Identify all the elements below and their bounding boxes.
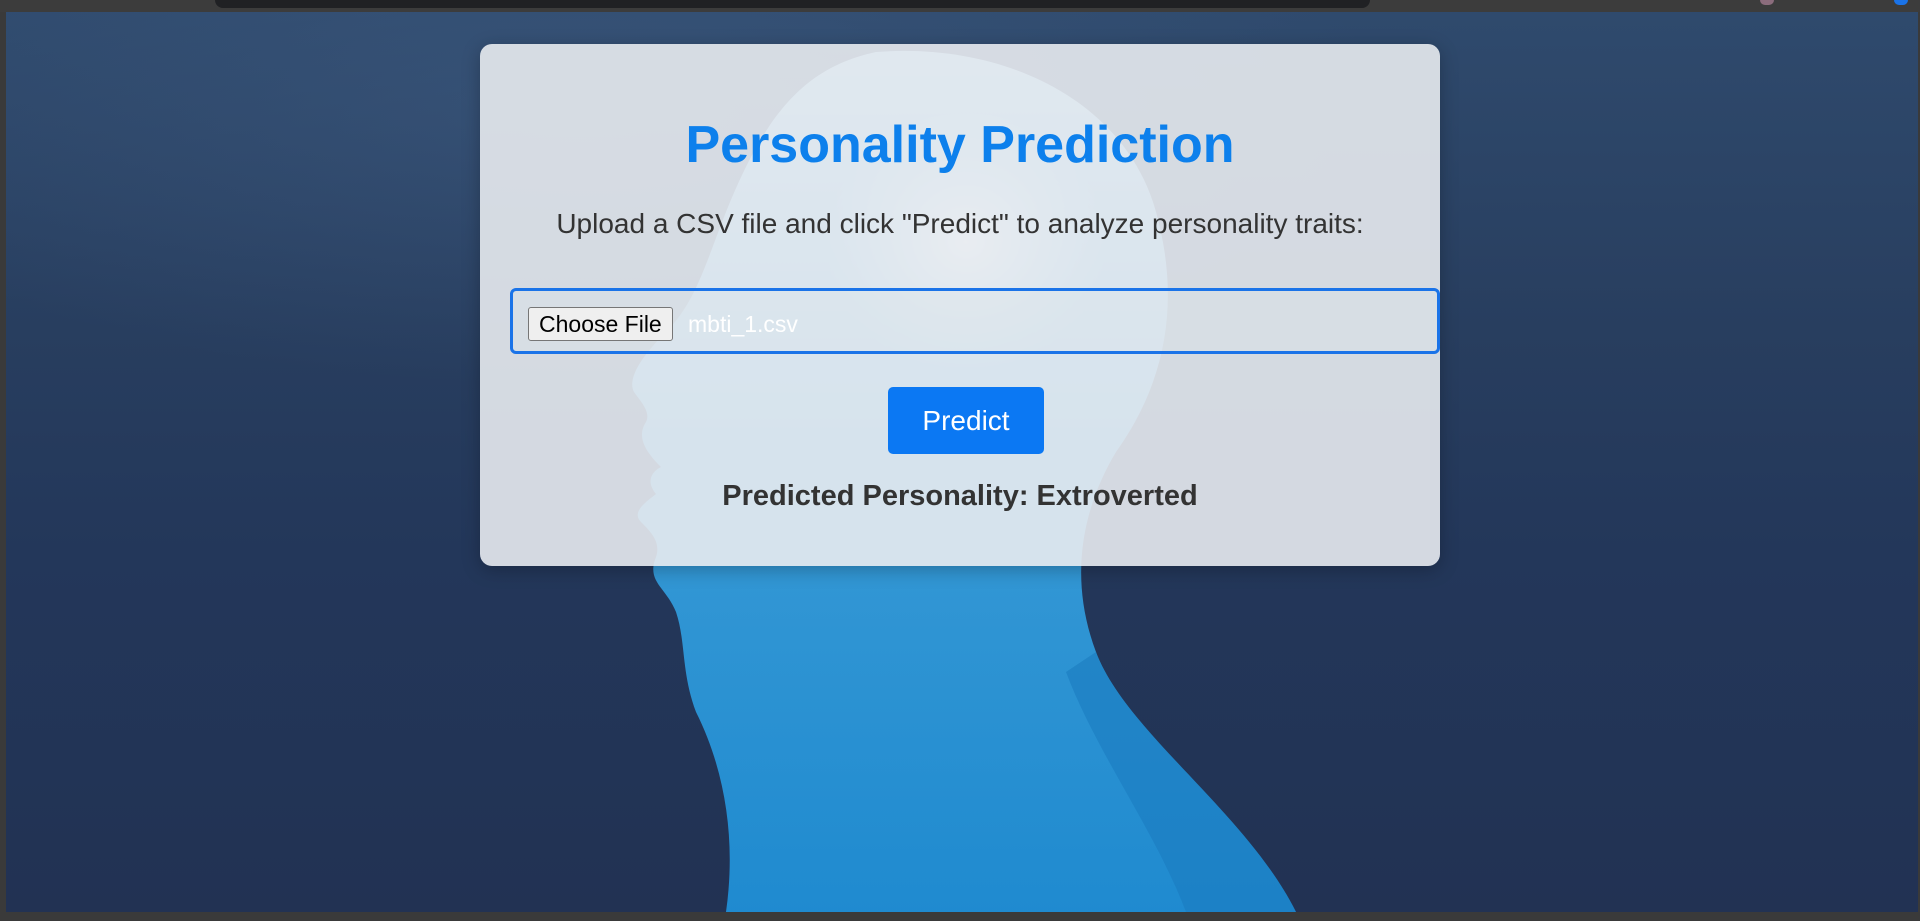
- extension-icon[interactable]: [1894, 0, 1908, 5]
- browser-top-bar: [0, 0, 1920, 12]
- choose-file-button[interactable]: Choose File: [528, 307, 673, 341]
- bottom-frame: [0, 912, 1920, 921]
- browser-top-icons: [1760, 0, 1908, 6]
- page-title: Personality Prediction: [685, 116, 1235, 174]
- file-upload-field[interactable]: Choose File mbti_1.csv: [510, 288, 1440, 354]
- prediction-card: Personality Prediction Upload a CSV file…: [480, 44, 1440, 566]
- instructions-text: Upload a CSV file and click "Predict" to…: [556, 208, 1364, 239]
- page-viewport: Personality Prediction Upload a CSV file…: [6, 12, 1918, 912]
- address-bar[interactable]: [215, 0, 1370, 8]
- selected-file-name: mbti_1.csv: [688, 311, 798, 337]
- profile-icon[interactable]: [1760, 0, 1774, 5]
- prediction-result: Predicted Personality: Extroverted: [722, 480, 1198, 512]
- predict-button[interactable]: Predict: [888, 387, 1044, 454]
